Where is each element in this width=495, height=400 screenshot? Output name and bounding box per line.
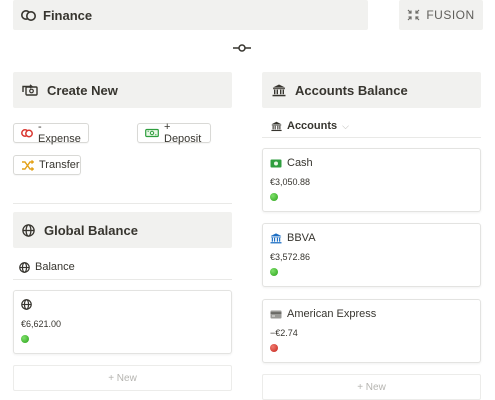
account-name: Cash	[287, 157, 313, 169]
account-card-title: Cash	[270, 157, 313, 169]
coins-icon	[21, 9, 36, 22]
transfer-label: Transfer	[39, 159, 80, 171]
create-new-header: Create New	[13, 72, 232, 108]
balance-view-tab[interactable]: Balance	[19, 261, 75, 273]
account-amount: €3,572.86	[270, 252, 311, 262]
global-balance-header: Global Balance	[13, 212, 232, 248]
accounts-view-label: Accounts	[287, 120, 338, 132]
account-name: American Express	[287, 308, 377, 320]
deposit-button[interactable]: + Deposit	[137, 121, 211, 145]
accounts-balance-header: Accounts Balance	[262, 72, 481, 108]
expense-button[interactable]: - Expense	[13, 121, 89, 145]
globe-icon	[21, 299, 32, 310]
account-card-title: BBVA	[270, 232, 316, 244]
view-underline	[262, 137, 481, 138]
chevron-down-icon[interactable]: ⌵	[342, 121, 349, 132]
shuffle-arrows-icon	[21, 159, 34, 171]
account-amount: €3,050.88	[270, 177, 311, 187]
account-card-american-express[interactable]: American Express −€2.74	[262, 299, 481, 363]
fusion-button[interactable]: FUSION	[399, 0, 483, 30]
account-card-cash[interactable]: Cash €3,050.88	[262, 148, 481, 212]
global-balance-title: Global Balance	[44, 222, 138, 238]
globe-icon	[22, 223, 35, 237]
account-card-bbva[interactable]: BBVA €3,572.86	[262, 223, 481, 287]
collapse-arrows-icon	[407, 9, 420, 21]
status-indicator	[270, 193, 278, 201]
status-indicator	[21, 335, 29, 343]
view-underline	[13, 279, 232, 280]
accounts-balance-title: Accounts Balance	[295, 82, 408, 98]
status-indicator	[270, 268, 278, 276]
commit-node-icon	[232, 41, 252, 55]
expense-label: - Expense	[38, 121, 81, 145]
bank-icon	[272, 84, 286, 97]
globe-icon	[19, 261, 30, 273]
accounts-new-button[interactable]: + New	[262, 374, 481, 400]
finance-header[interactable]: Finance	[13, 0, 368, 30]
bank-icon	[270, 232, 282, 244]
refresh-money-icon	[22, 83, 38, 97]
global-balance-card[interactable]: €6,621.00	[13, 290, 232, 354]
account-name: BBVA	[287, 232, 316, 244]
coins-red-icon	[21, 128, 33, 138]
account-amount: −€2.74	[270, 328, 298, 338]
create-new-title: Create New	[47, 82, 118, 98]
section-divider	[13, 203, 232, 204]
bank-icon	[271, 121, 282, 132]
transfer-button[interactable]: Transfer	[13, 155, 81, 175]
deposit-label: + Deposit	[164, 121, 202, 145]
cash-icon	[270, 159, 282, 168]
banknote-green-icon	[145, 128, 159, 138]
global-balance-amount: €6,621.00	[21, 319, 62, 329]
fusion-label: FUSION	[426, 8, 475, 22]
accounts-view-tab[interactable]: Accounts ⌵	[271, 120, 349, 132]
credit-card-icon	[270, 310, 282, 319]
global-new-button[interactable]: + New	[13, 365, 232, 391]
finance-title: Finance	[43, 7, 93, 23]
balance-view-label: Balance	[35, 261, 75, 273]
account-card-title: American Express	[270, 308, 376, 320]
status-indicator	[270, 344, 278, 352]
